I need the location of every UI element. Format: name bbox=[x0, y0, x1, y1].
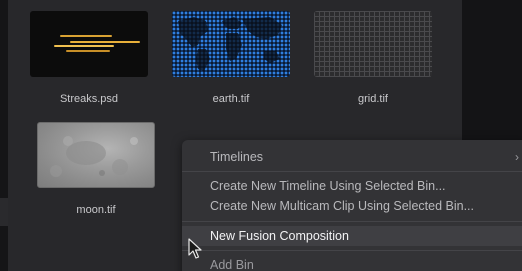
clip-label: earth.tif bbox=[212, 93, 250, 105]
menu-item-timelines[interactable]: Timelines › bbox=[182, 147, 522, 167]
panel-resize-handle[interactable] bbox=[0, 198, 8, 226]
menu-item-label: New Fusion Composition bbox=[210, 229, 349, 243]
menu-item-create-multicam[interactable]: Create New Multicam Clip Using Selected … bbox=[182, 196, 522, 216]
menu-item-add-bin[interactable]: Add Bin bbox=[182, 255, 522, 271]
moon-craters bbox=[50, 136, 138, 177]
menu-separator bbox=[182, 221, 522, 222]
menu-separator bbox=[182, 171, 522, 172]
clip-earth[interactable]: earth.tif bbox=[171, 11, 291, 105]
streak-line bbox=[54, 45, 114, 47]
menu-separator bbox=[182, 250, 522, 251]
clip-moon[interactable]: moon.tif bbox=[36, 122, 156, 216]
streak-line bbox=[70, 41, 140, 43]
menu-item-label: Add Bin bbox=[210, 258, 254, 271]
continent-shapes bbox=[178, 17, 282, 71]
streaks-thumbnail-icon bbox=[30, 11, 148, 77]
menu-item-label: Create New Timeline Using Selected Bin..… bbox=[210, 179, 446, 193]
mouse-pointer-icon bbox=[188, 238, 202, 259]
menu-item-new-fusion-composition[interactable]: New Fusion Composition bbox=[182, 226, 522, 246]
media-pool-window: Streaks.psd earth.tif grid.tif moon.tif … bbox=[0, 0, 522, 271]
left-panel-edge bbox=[0, 0, 8, 271]
menu-item-label: Create New Multicam Clip Using Selected … bbox=[210, 199, 474, 213]
earth-map-thumbnail-icon bbox=[172, 11, 290, 77]
menu-item-label: Timelines bbox=[210, 150, 264, 164]
menu-item-create-timeline[interactable]: Create New Timeline Using Selected Bin..… bbox=[182, 176, 522, 196]
clip-label: grid.tif bbox=[358, 93, 388, 105]
streak-line bbox=[60, 35, 112, 37]
streak-line bbox=[66, 50, 110, 52]
context-menu: Timelines › Create New Timeline Using Se… bbox=[182, 140, 522, 271]
clip-streaks[interactable]: Streaks.psd bbox=[29, 11, 149, 105]
moon-surface-thumbnail-icon bbox=[37, 122, 155, 188]
grid-thumbnail-icon bbox=[314, 11, 432, 77]
chevron-right-icon: › bbox=[515, 150, 519, 164]
clip-label: moon.tif bbox=[76, 204, 116, 216]
clip-grid[interactable]: grid.tif bbox=[313, 11, 433, 105]
clip-label: Streaks.psd bbox=[59, 93, 119, 105]
